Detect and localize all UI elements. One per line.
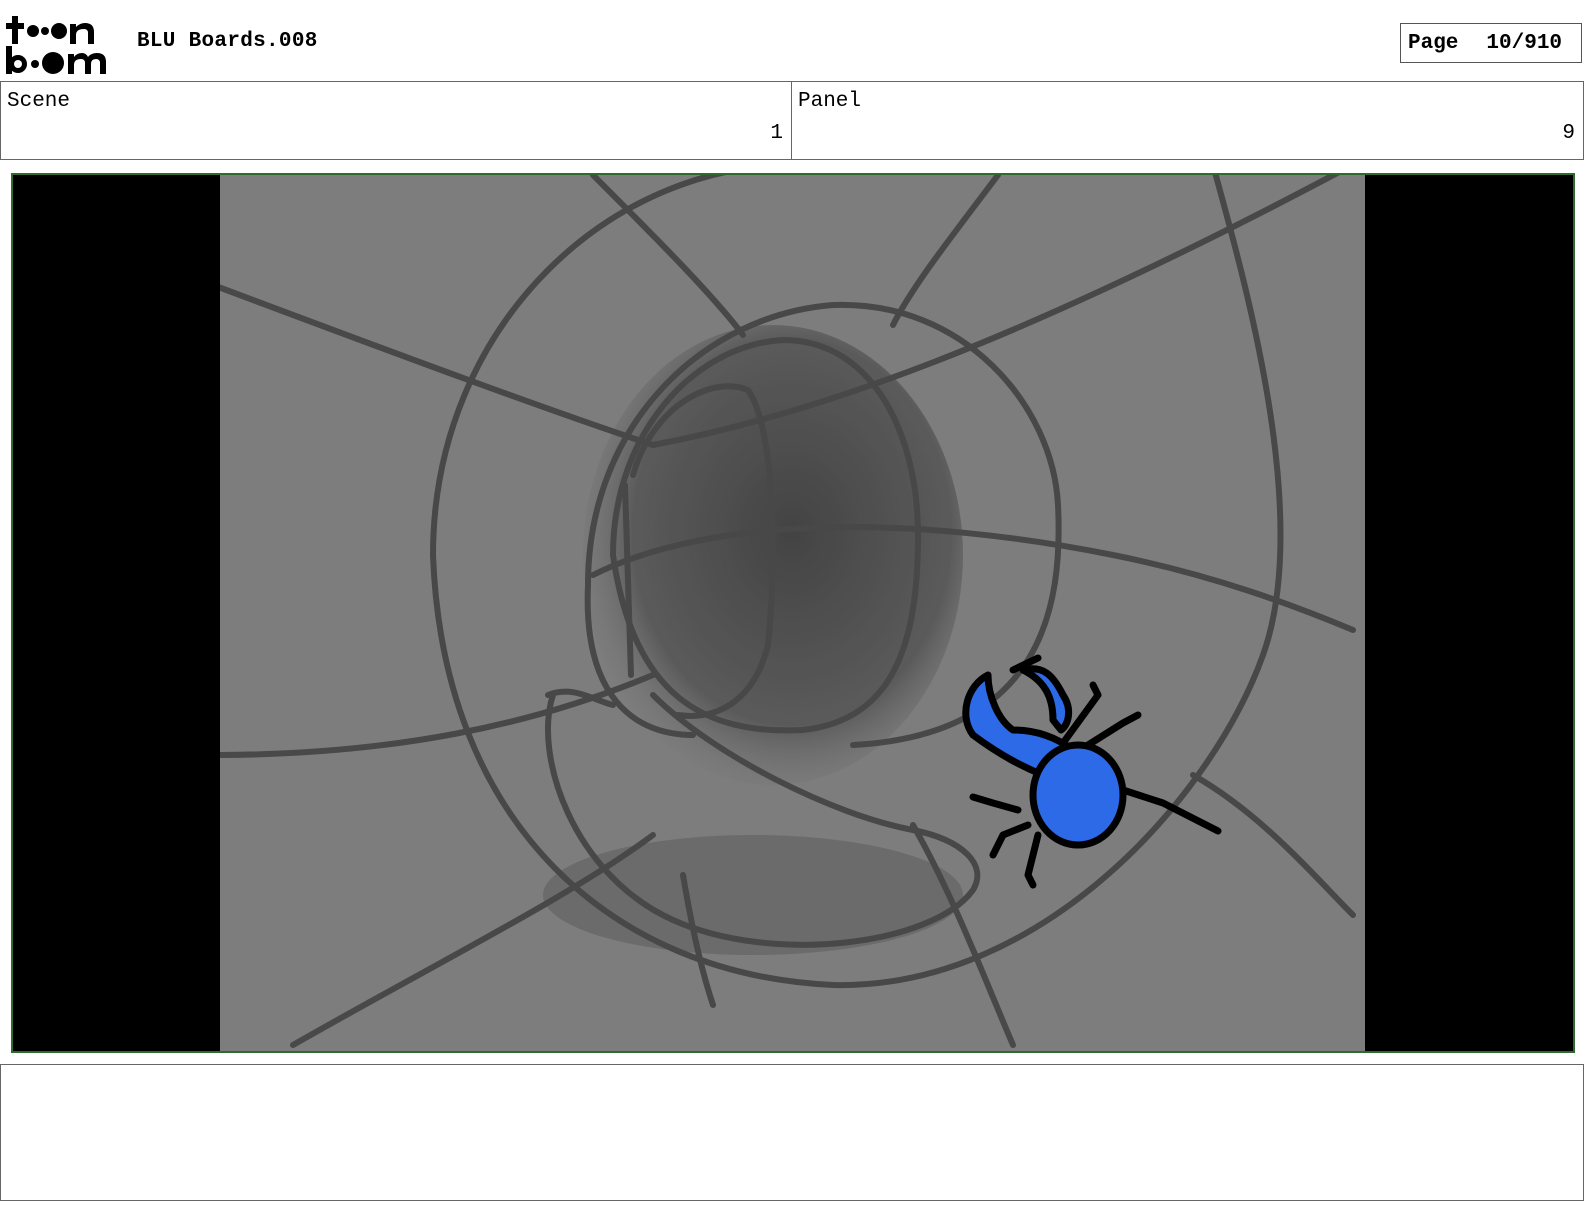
- page-indicator: Page 10/910: [1400, 23, 1582, 63]
- panel-cell: Panel 9: [792, 82, 1584, 159]
- scene-cell: Scene 1: [0, 82, 792, 159]
- storyboard-panel-image: [11, 173, 1575, 1053]
- scene-panel-row: Scene 1 Panel 9: [0, 81, 1584, 160]
- page-label: Page: [1408, 31, 1459, 55]
- scene-label: Scene: [7, 90, 71, 113]
- toonboom-logo: [4, 12, 116, 76]
- notes-box: [0, 1064, 1584, 1201]
- document-title: BLU Boards.008: [137, 30, 318, 53]
- panel-label: Panel: [798, 90, 862, 113]
- panel-number: 9: [1562, 122, 1575, 145]
- scene-number: 1: [770, 122, 783, 145]
- page-number: 10/910: [1486, 31, 1563, 55]
